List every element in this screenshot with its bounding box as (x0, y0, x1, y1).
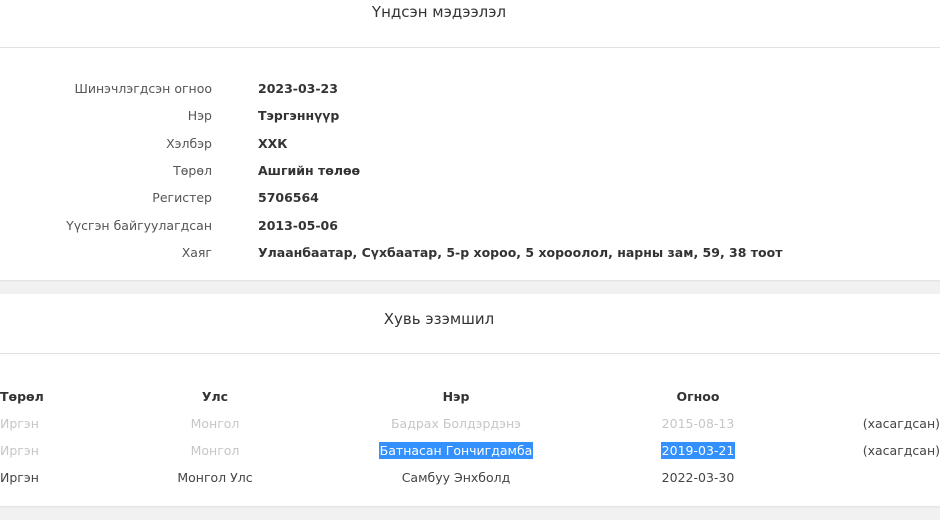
column-header-name: Нэр (442, 388, 470, 404)
status-removed: (хасагдсан) (862, 416, 940, 431)
column-header-date: Огноо (676, 388, 720, 404)
cell-type: Иргэн (0, 470, 39, 485)
cell-name: Самбуу Энхболд (401, 470, 511, 485)
cell-country: Монгол (190, 416, 240, 431)
cell-country: Монгол Улс (177, 470, 253, 485)
table-row: Иргэн Монгол Батнасан Гончигдамба 2019-0… (0, 437, 940, 464)
info-row-type: Төрөл Ашгийн төлөө (0, 161, 940, 181)
cell-date: 2022-03-30 (661, 470, 735, 485)
info-label: Нэр (187, 108, 212, 123)
info-row-form: Хэлбэр ХХК (0, 134, 940, 154)
info-value: Улаанбаатар, Сүхбаатар, 5-р хороо, 5 хор… (258, 245, 783, 260)
column-header-type: Төрөл (0, 388, 44, 404)
info-value: ХХК (258, 136, 288, 151)
basic-info-divider (0, 47, 940, 48)
info-row-address: Хаяг Улаанбаатар, Сүхбаатар, 5-р хороо, … (0, 243, 940, 263)
column-header-country: Улс (201, 388, 229, 404)
cell-type: Иргэн (0, 443, 39, 458)
info-value: Тэргэннүүр (258, 108, 340, 123)
info-row-register: Регистер 5706564 (0, 188, 940, 208)
ownership-table: Төрөл Улс Нэр Огноо Иргэн Монгол Бадрах … (0, 382, 940, 491)
ownership-card: Хувь эзэмшил Төрөл Улс Нэр Огноо Иргэн М… (0, 294, 940, 506)
ownership-title: Хувь эзэмшил (383, 310, 495, 328)
cell-date: 2019-03-21 (572, 437, 824, 464)
info-row-founded: Үүсгэн байгуулагдсан 2013-05-06 (0, 216, 940, 236)
info-row-updated: Шинэчлэгдсэн огноо 2023-03-23 (0, 79, 940, 99)
info-value: Ашгийн төлөө (258, 163, 361, 178)
table-row: Иргэн Монгол Бадрах Болдэрдэнэ 2015-08-1… (0, 410, 940, 437)
info-label: Регистер (152, 190, 212, 205)
cell-name: Батнасан Гончигдамба (340, 437, 572, 464)
selected-text[interactable]: Батнасан Гончигдамба (378, 442, 534, 459)
table-row: Иргэн Монгол Улс Самбуу Энхболд 2022-03-… (0, 464, 940, 491)
column-header-status (824, 382, 940, 410)
info-label: Шинэчлэгдсэн огноо (74, 81, 212, 96)
cell-type: Иргэн (0, 416, 39, 431)
info-label: Үүсгэн байгуулагдсан (66, 218, 212, 233)
basic-info-title: Үндсэн мэдээлэл (371, 3, 507, 21)
ownership-divider (0, 353, 940, 354)
table-header-row: Төрөл Улс Нэр Огноо (0, 382, 940, 410)
cell-date: 2015-08-13 (661, 416, 735, 431)
status-removed (824, 464, 940, 491)
info-value: 2023-03-23 (258, 81, 338, 96)
info-label: Хэлбэр (166, 136, 212, 151)
selected-text[interactable]: 2019-03-21 (660, 442, 736, 459)
info-label: Хаяг (181, 245, 212, 260)
info-value: 2013-05-06 (258, 218, 338, 233)
status-removed: (хасагдсан) (862, 443, 940, 458)
info-row-name: Нэр Тэргэннүүр (0, 106, 940, 126)
basic-info-card: Үндсэн мэдээлэл Шинэчлэгдсэн огноо 2023-… (0, 0, 940, 280)
cell-name: Бадрах Болдэрдэнэ (390, 416, 522, 431)
cell-country: Монгол (190, 443, 240, 458)
info-label: Төрөл (173, 163, 212, 178)
info-value: 5706564 (258, 190, 319, 205)
